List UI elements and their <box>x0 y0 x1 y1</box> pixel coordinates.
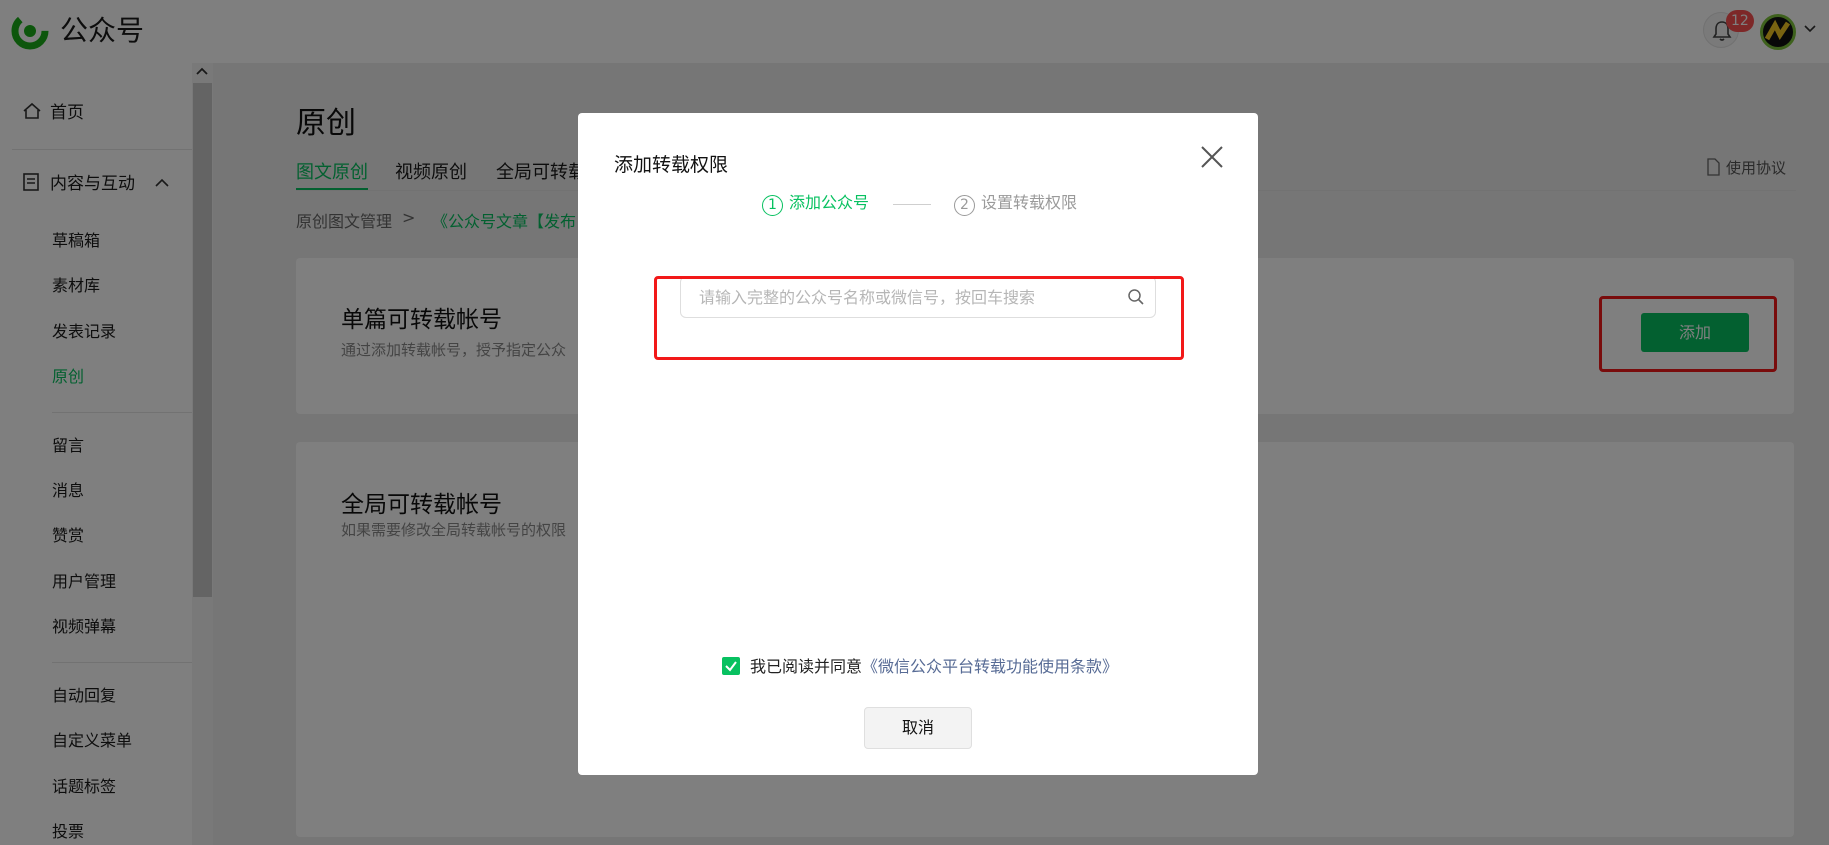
dialog-title: 添加转载权限 <box>614 154 729 176</box>
cancel-button[interactable]: 取消 <box>864 707 972 749</box>
step-set-permission: 2 设置转载权限 <box>954 192 1077 216</box>
step-add-account: 1 添加公众号 <box>762 192 869 216</box>
step-label: 添加公众号 <box>789 193 870 212</box>
step-number: 1 <box>762 195 783 216</box>
highlight-box-search <box>654 276 1184 360</box>
agree-checkbox[interactable] <box>722 657 740 675</box>
terms-link[interactable]: 《微信公众平台转载功能使用条款》 <box>862 657 1118 676</box>
step-connector <box>893 204 931 205</box>
close-icon[interactable] <box>1198 143 1226 171</box>
agree-text: 我已阅读并同意《微信公众平台转载功能使用条款》 <box>750 656 1118 678</box>
add-reprint-dialog: 添加转载权限 1 添加公众号 2 设置转载权限 我已阅读并同意《微信公众平台转载功能… <box>578 113 1258 775</box>
check-icon <box>725 661 737 672</box>
step-label: 设置转载权限 <box>981 193 1078 212</box>
agree-prefix: 我已阅读并同意 <box>750 657 863 676</box>
step-number: 2 <box>954 195 975 216</box>
